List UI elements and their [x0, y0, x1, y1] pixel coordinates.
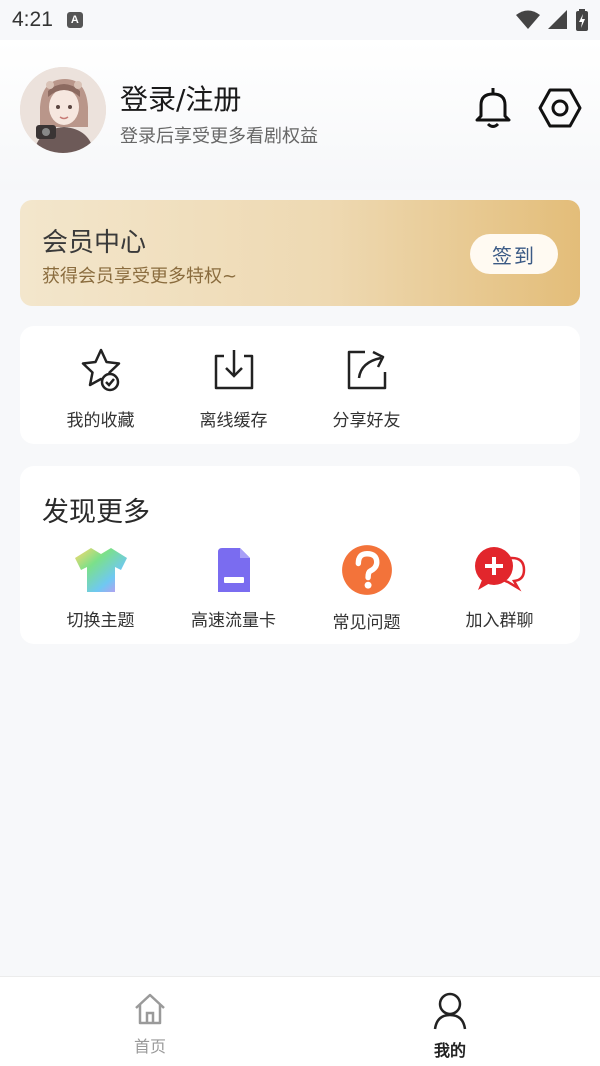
login-hint: 登录后享受更多看剧权益: [120, 126, 318, 147]
status-bar: 4:21 A: [0, 0, 600, 40]
offline-cache-item[interactable]: 离线缓存: [167, 346, 300, 431]
switch-theme-label: 切换主题: [66, 611, 135, 631]
vip-subtitle: 获得会员享受更多特权~: [42, 266, 238, 287]
status-time: 4:21: [12, 8, 53, 31]
vip-center-card[interactable]: 会员中心 获得会员享受更多特权~ 签到: [20, 200, 580, 306]
star-check-icon: [81, 348, 120, 392]
question-icon: [341, 545, 392, 595]
favorites-item[interactable]: 我的收藏: [34, 346, 167, 431]
share-icon: [347, 350, 386, 390]
profile-header: 登录/注册 登录后享受更多看剧权益: [0, 40, 600, 190]
theme-shirt-icon: [74, 548, 127, 592]
group-chat-add-icon: [474, 547, 525, 592]
share-friends-label: 分享好友: [332, 411, 401, 431]
bottom-tab-bar: 首页 我的: [0, 976, 600, 1066]
tab-mine[interactable]: 我的: [400, 991, 500, 1061]
user-icon: [433, 992, 467, 1030]
tab-mine-label: 我的: [433, 1041, 466, 1060]
checkin-button[interactable]: 签到: [470, 234, 558, 274]
share-friends-item[interactable]: 分享好友: [300, 346, 433, 431]
offline-cache-label: 离线缓存: [199, 411, 268, 431]
discover-title: 发现更多: [42, 497, 150, 528]
login-register-link[interactable]: 登录/注册: [120, 78, 241, 118]
tab-home[interactable]: 首页: [100, 991, 200, 1057]
sim-card-icon: [217, 548, 250, 592]
join-group-item[interactable]: 加入群聊: [433, 546, 566, 631]
bell-icon[interactable]: [472, 86, 514, 130]
data-card-label: 高速流量卡: [191, 611, 276, 631]
battery-charging-icon: [576, 9, 588, 31]
discover-card: 发现更多 切换主题 高速流量卡 常见问题 加入群聊: [20, 466, 580, 644]
home-icon: [135, 993, 165, 1025]
notification-a-icon: A: [66, 12, 83, 28]
download-icon: [214, 350, 253, 390]
tab-home-label: 首页: [133, 1037, 166, 1056]
vip-title: 会员中心: [42, 228, 147, 258]
signal-icon: [548, 10, 567, 29]
faq-item[interactable]: 常见问题: [300, 545, 433, 633]
data-card-item[interactable]: 高速流量卡: [167, 546, 300, 631]
settings-icon[interactable]: [538, 86, 582, 130]
join-group-label: 加入群聊: [465, 611, 534, 631]
avatar[interactable]: [20, 67, 106, 153]
faq-label: 常见问题: [332, 613, 401, 633]
favorites-label: 我的收藏: [66, 411, 135, 431]
switch-theme-item[interactable]: 切换主题: [34, 546, 167, 631]
wifi-icon: [516, 10, 540, 29]
tools-card: 我的收藏 离线缓存 分享好友: [20, 326, 580, 444]
